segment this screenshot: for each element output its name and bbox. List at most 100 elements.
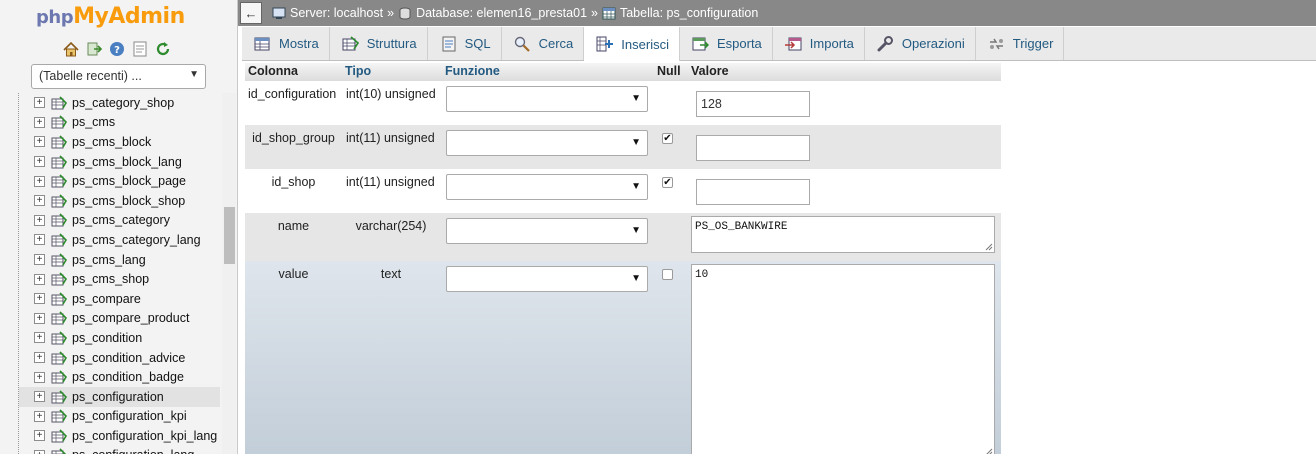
table-icon[interactable]: [51, 390, 68, 404]
function-select[interactable]: ▼: [446, 130, 648, 156]
tab-importa[interactable]: Importa: [773, 27, 865, 60]
table-icon[interactable]: [51, 292, 68, 306]
expand-icon[interactable]: +: [34, 156, 45, 168]
table-icon[interactable]: [51, 174, 68, 188]
function-select[interactable]: ▼: [446, 266, 648, 292]
table-tree-item[interactable]: + ps_compare: [19, 289, 220, 309]
table-tree-item-label: ps_cms_category_lang: [72, 232, 201, 247]
tab-sql[interactable]: SQL: [428, 27, 502, 60]
tab-struttura[interactable]: Struttura: [330, 27, 428, 60]
table-icon[interactable]: [51, 135, 68, 149]
table-icon[interactable]: [51, 96, 68, 110]
expand-icon[interactable]: +: [34, 254, 45, 266]
null-checkbox[interactable]: [662, 269, 673, 280]
expand-icon[interactable]: +: [34, 430, 45, 442]
help-icon[interactable]: ?: [108, 40, 126, 58]
nav-scrollbar-thumb[interactable]: [224, 207, 235, 264]
table-tree-item[interactable]: + ps_compare_product: [19, 309, 220, 329]
nav-scrollbar[interactable]: [222, 93, 236, 454]
insert-form-header: Colonna Tipo Funzione Null Valore: [245, 63, 1001, 81]
docs-icon[interactable]: [131, 40, 149, 58]
tab-mostra[interactable]: Mostra: [242, 27, 330, 60]
null-checkbox[interactable]: ✔: [662, 177, 673, 188]
table-icon[interactable]: [51, 194, 68, 208]
table-icon[interactable]: [51, 350, 68, 365]
table-tree-item[interactable]: + ps_cms: [19, 113, 220, 133]
expand-icon[interactable]: +: [34, 136, 45, 148]
expand-icon[interactable]: +: [34, 371, 45, 383]
breadcrumb-table[interactable]: Tabella: ps_configuration: [602, 6, 758, 20]
table-icon[interactable]: [51, 233, 68, 247]
expand-icon[interactable]: +: [34, 273, 45, 285]
recent-tables-select[interactable]: (Tabelle recenti) ... ▼: [31, 64, 206, 89]
value-textarea[interactable]: PS_OS_BANKWIRE: [691, 216, 995, 253]
table-tree-item[interactable]: + ps_configuration_kpi_lang: [19, 426, 220, 446]
expand-icon[interactable]: +: [34, 234, 45, 246]
expand-icon[interactable]: +: [34, 352, 45, 364]
tab-label: Operazioni: [901, 36, 965, 51]
expand-icon[interactable]: +: [34, 312, 45, 324]
expand-icon[interactable]: +: [34, 175, 45, 187]
table-icon[interactable]: [51, 311, 68, 325]
table-tree-item[interactable]: + ps_cms_category_lang: [19, 230, 220, 250]
tab-label: Cerca: [538, 36, 574, 51]
table-icon[interactable]: [51, 448, 67, 454]
value-input[interactable]: 128: [696, 91, 810, 117]
table-tree-item[interactable]: + ps_category_shop: [19, 93, 220, 113]
table-tree-item[interactable]: + ps_cms_block_lang: [19, 152, 220, 172]
table-tree-item[interactable]: + ps_condition: [19, 328, 220, 348]
function-select[interactable]: ▼: [446, 86, 648, 112]
table-icon[interactable]: [51, 213, 68, 227]
expand-icon[interactable]: +: [34, 391, 45, 403]
phpmyadmin-logo[interactable]: phpMyAdmin: [36, 4, 185, 29]
table-icon[interactable]: [51, 252, 68, 267]
expand-icon[interactable]: +: [34, 449, 45, 454]
table-tree-item[interactable]: + ps_condition_badge: [19, 367, 220, 387]
home-icon[interactable]: [62, 40, 80, 58]
table-tree-item[interactable]: + ps_cms_category: [19, 211, 220, 231]
table-tree-item[interactable]: + ps_cms_block_shop: [19, 191, 220, 211]
table-icon[interactable]: [51, 370, 68, 384]
expand-icon[interactable]: +: [34, 410, 45, 422]
tab-trigger[interactable]: Trigger: [976, 27, 1065, 60]
exit-icon[interactable]: [85, 40, 103, 58]
table-icon[interactable]: [51, 429, 68, 443]
function-select[interactable]: ▼: [446, 218, 648, 244]
table-icon[interactable]: [51, 409, 68, 423]
value-input[interactable]: [696, 179, 810, 205]
tab-inserisci[interactable]: Inserisci: [584, 27, 680, 61]
table-tree-item[interactable]: + ps_condition_advice: [19, 348, 220, 368]
table-tree-item-label: ps_cms_block: [72, 134, 152, 149]
breadcrumb-database[interactable]: Database: elemen16_presta01: [398, 6, 587, 20]
expand-icon[interactable]: +: [34, 293, 45, 305]
table-tree-item[interactable]: + ps_configuration_kpi: [19, 407, 220, 427]
resize-grip-icon[interactable]: [985, 243, 993, 251]
function-select[interactable]: ▼: [446, 174, 648, 200]
table-tree-item[interactable]: + ps_cms_lang: [19, 250, 220, 270]
tab-cerca[interactable]: Cerca: [502, 27, 585, 60]
expand-icon[interactable]: +: [34, 97, 45, 109]
table-icon[interactable]: [51, 115, 68, 129]
back-button[interactable]: ←: [240, 2, 262, 24]
table-tree-item[interactable]: + ps_cms_shop: [19, 269, 220, 289]
table-tree-item[interactable]: + ps_configuration_lang: [19, 446, 220, 454]
value-input[interactable]: [696, 135, 810, 161]
tab-operazioni[interactable]: Operazioni: [865, 27, 976, 60]
expand-icon[interactable]: +: [34, 116, 45, 128]
table-tree-item[interactable]: + ps_configuration: [19, 386, 220, 407]
resize-grip-icon[interactable]: [985, 448, 993, 454]
table-tree-item[interactable]: + ps_cms_block_page: [19, 171, 220, 191]
table-icon[interactable]: [51, 155, 68, 169]
table-icon[interactable]: [51, 272, 68, 286]
tab-esporta[interactable]: Esporta: [680, 27, 773, 60]
table-tree-item[interactable]: + ps_cms_block: [19, 132, 220, 152]
expand-icon[interactable]: +: [34, 214, 45, 226]
breadcrumb-server[interactable]: Server: localhost: [272, 6, 383, 20]
table-icon[interactable]: [51, 331, 68, 345]
column-type: varchar(254): [355, 219, 427, 233]
expand-icon[interactable]: +: [34, 332, 45, 344]
reload-icon[interactable]: [154, 40, 172, 58]
null-checkbox[interactable]: ✔: [662, 133, 673, 144]
value-textarea[interactable]: 10: [691, 264, 995, 454]
expand-icon[interactable]: +: [34, 195, 45, 207]
